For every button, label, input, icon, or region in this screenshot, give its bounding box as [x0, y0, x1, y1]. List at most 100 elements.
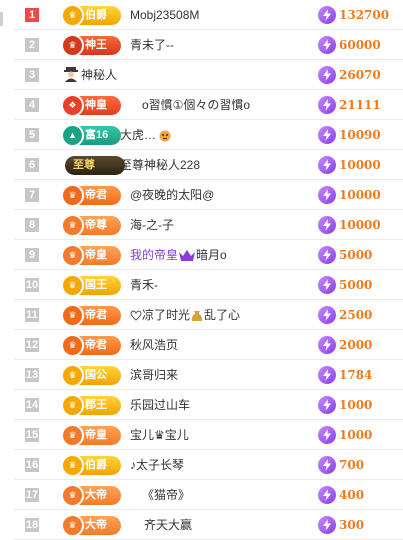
leaderboard-row[interactable]: 2 ♛ 神王 青未了-- 60000 — [14, 30, 403, 60]
leaderboard-row[interactable]: 12 ♛ 帝君 秋风浩页 2000 — [14, 330, 403, 360]
user-name[interactable]: o習慣①個々の習慣o — [142, 90, 250, 120]
user-name[interactable]: ♪太子长琴 — [130, 450, 184, 480]
user-name[interactable]: 神秘人 — [81, 60, 117, 90]
rank-number: 15 — [25, 428, 39, 442]
lightning-icon — [318, 456, 336, 474]
user-name[interactable]: Mobj23508M — [130, 0, 199, 30]
lightning-icon — [318, 216, 336, 234]
lightning-icon — [318, 516, 336, 534]
badge-emblem-icon: ♛ — [61, 34, 84, 57]
badge-label: 富16 — [85, 129, 109, 141]
leaderboard-row[interactable]: 9 ♛ 帝皇 我的帝皇 暗月o 5000 — [14, 240, 403, 270]
lightning-icon — [318, 486, 336, 504]
score-value: 10000 — [339, 158, 381, 172]
leaderboard-row[interactable]: 10 ♛ 国王 青禾- 5000 — [14, 270, 403, 300]
rank-number: 3 — [25, 68, 39, 82]
score-value: 132700 — [339, 8, 390, 22]
user-name-suffix: 暗月o — [196, 248, 227, 262]
rank-number: 6 — [25, 158, 39, 172]
user-name[interactable]: 凉了时光 乱了心 — [130, 300, 240, 330]
badge-label: 帝君 — [85, 189, 107, 201]
leaderboard-row[interactable]: 14 ♛ 郡王 乐园过山车 1000 — [14, 390, 403, 420]
user-name[interactable]: 滨哥归来 — [130, 360, 178, 390]
score-value: 10000 — [339, 218, 381, 232]
score-value: 5000 — [339, 248, 373, 262]
badge-label: 国王 — [85, 279, 107, 291]
lightning-icon — [318, 186, 336, 204]
rank-number: 9 — [25, 248, 39, 262]
badge-emblem-icon: ♛ — [61, 244, 84, 267]
score-value: 10000 — [339, 188, 381, 202]
user-name[interactable]: 秋风浩页 — [130, 330, 178, 360]
leaderboard-row[interactable]: 1 ♛ 伯爵 Mobj23508M 132700 — [14, 0, 403, 30]
rank-badge: ♛ 伯爵 — [61, 454, 121, 477]
badge-label: 帝皇 — [85, 429, 107, 441]
rank-number: 1 — [25, 8, 39, 22]
lightning-icon — [318, 276, 336, 294]
score-value: 2500 — [339, 308, 373, 322]
user-name-text: 大虎… — [120, 128, 157, 142]
rank-number: 2 — [25, 38, 39, 52]
rank-number: 16 — [25, 458, 39, 472]
badge-label: 国公 — [85, 369, 107, 381]
badge-emblem-icon: ♛ — [61, 214, 84, 237]
rank-number: 11 — [25, 308, 39, 322]
leaderboard-row[interactable]: 11 ♛ 帝君 凉了时光 乱了心 2500 — [14, 300, 403, 330]
rank-number: 4 — [25, 98, 39, 112]
user-name[interactable]: 大虎… — [120, 120, 172, 150]
leaderboard-row[interactable]: 15 ♛ 帝皇 宝儿♛宝儿 1000 — [14, 420, 403, 450]
leaderboard-row[interactable]: 13 ♛ 国公 滨哥归来 1784 — [14, 360, 403, 390]
badge-emblem-icon: ♛ — [61, 334, 84, 357]
user-name[interactable]: 乐园过山车 — [130, 390, 190, 420]
leaderboard-row[interactable]: 16 ♛ 伯爵 ♪太子长琴 700 — [14, 450, 403, 480]
rank-badge: ♛ 郡王 — [61, 394, 121, 417]
leaderboard-row[interactable]: 18 ♛ 大帝 齐天大赢 300 — [14, 510, 403, 540]
lightning-icon — [318, 126, 336, 144]
badge-emblem-icon: ♛ — [61, 424, 84, 447]
rank-badge: ♛ 国王 — [61, 274, 121, 297]
user-name[interactable]: 齐天大赢 — [144, 510, 192, 540]
leaderboard-row[interactable]: 3 神秘人 26070 — [14, 60, 403, 90]
leaderboard-row[interactable]: 6 至尊 至尊神秘人228 10000 — [14, 150, 403, 180]
user-name[interactable]: 宝儿♛宝儿 — [130, 420, 189, 450]
score-value: 10090 — [339, 128, 381, 142]
score-value: 400 — [339, 488, 365, 502]
lightning-icon — [318, 66, 336, 84]
leaderboard-row[interactable]: 8 ♛ 帝尊 海-之-子 10000 — [14, 210, 403, 240]
badge-emblem-icon: ♛ — [61, 484, 84, 507]
score-value: 26070 — [339, 68, 381, 82]
leaderboard-row[interactable]: 17 ♛ 大帝 《猫帝》 400 — [14, 480, 403, 510]
badge-emblem-icon: ♛ — [61, 454, 84, 477]
user-name[interactable]: 海-之-子 — [130, 210, 174, 240]
user-name[interactable]: 至尊神秘人228 — [120, 150, 200, 180]
leaderboard-row[interactable]: 4 ❖ 神皇 o習慣①個々の習慣o 21111 — [14, 90, 403, 120]
rank-number: 17 — [25, 488, 39, 502]
user-name[interactable]: 《猫帝》 — [142, 480, 190, 510]
rank-badge: ♛ 神王 — [61, 34, 121, 57]
lightning-icon — [318, 366, 336, 384]
rank-badge: ♛ 帝君 — [61, 304, 121, 327]
score-value: 2000 — [339, 338, 373, 352]
rank-number: 10 — [25, 278, 39, 292]
user-name[interactable]: 青禾- — [130, 270, 158, 300]
lightning-icon — [318, 96, 336, 114]
score-value: 60000 — [339, 38, 381, 52]
badge-label: 郡王 — [85, 399, 107, 411]
lightning-icon — [318, 6, 336, 24]
leaderboard-row[interactable]: 7 ♛ 帝君 @夜晚的太阳@ 10000 — [14, 180, 403, 210]
lightning-icon — [318, 336, 336, 354]
rank-badge: ♛ 伯爵 — [61, 4, 121, 27]
badge-label: 伯爵 — [85, 9, 107, 21]
badge-label: 至尊 — [73, 159, 95, 171]
leaderboard-row[interactable]: 5 ▲ 富16 大虎… 10090 — [14, 120, 403, 150]
user-name-text: 凉了时光 — [142, 308, 191, 322]
user-name[interactable]: 青未了-- — [130, 30, 174, 60]
badge-emblem-icon: ♛ — [61, 364, 84, 387]
rank-badge: ❖ 神皇 — [61, 94, 121, 117]
rank-badge: ♛ 大帝 — [61, 514, 121, 537]
user-name[interactable]: @夜晚的太阳@ — [130, 180, 214, 210]
user-name[interactable]: 我的帝皇 暗月o — [130, 240, 227, 270]
badge-label: 帝皇 — [85, 249, 107, 261]
rank-number: 8 — [25, 218, 39, 232]
rank-number: 13 — [25, 368, 39, 382]
